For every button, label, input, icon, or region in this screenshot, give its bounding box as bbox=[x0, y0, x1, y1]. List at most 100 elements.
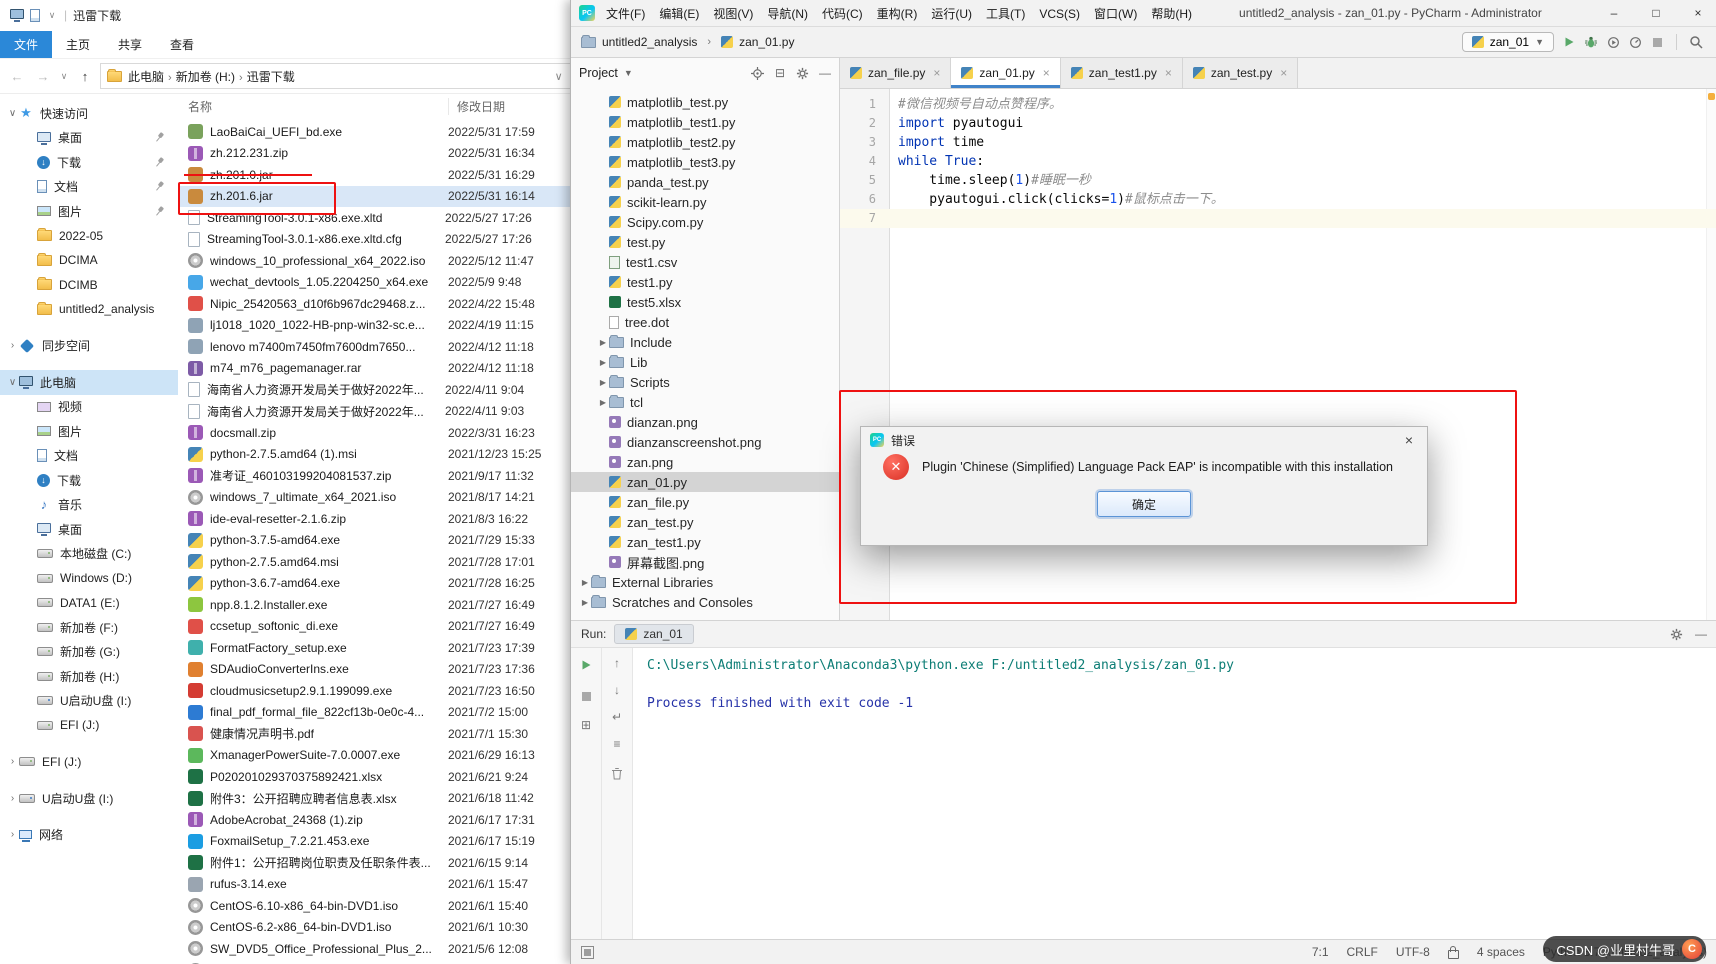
expander-icon[interactable]: ∨ bbox=[6, 108, 19, 119]
run-console[interactable]: C:\Users\Administrator\Anaconda3\python.… bbox=[633, 648, 1716, 939]
project-tree-item[interactable]: panda_test.py bbox=[571, 172, 839, 192]
menu-item[interactable]: 文件(F) bbox=[599, 7, 652, 21]
sidebar-item-新加卷 (G:)[interactable]: 新加卷 (G:) bbox=[0, 640, 178, 665]
project-tree-item[interactable]: test1.py bbox=[571, 272, 839, 292]
sidebar-item-音乐[interactable]: 音乐 bbox=[0, 493, 178, 518]
menu-item[interactable]: 导航(N) bbox=[760, 7, 815, 21]
run-configuration-select[interactable]: zan_01 ▼ bbox=[1461, 32, 1554, 52]
project-tree-item[interactable]: Scipy.com.py bbox=[571, 212, 839, 232]
chevron-down-icon[interactable]: ▼ bbox=[624, 68, 633, 78]
project-tree-item[interactable]: matplotlib_test.py bbox=[571, 92, 839, 112]
project-tree-item[interactable]: ▶ Lib bbox=[571, 352, 839, 372]
sidebar-item-此电脑[interactable]: ∨ 此电脑 bbox=[0, 370, 178, 395]
sidebar-item-下载[interactable]: 下载 bbox=[0, 468, 178, 493]
project-tree-item[interactable]: zan_test1.py bbox=[571, 532, 839, 552]
sidebar-item-DCIMB[interactable]: DCIMB bbox=[0, 273, 178, 298]
sidebar-item-新加卷 (F:)[interactable]: 新加卷 (F:) bbox=[0, 615, 178, 640]
editor-tab[interactable]: zan_file.py × bbox=[840, 58, 952, 88]
stop-icon[interactable] bbox=[1646, 31, 1668, 53]
expander-icon[interactable]: ▶ bbox=[579, 578, 591, 587]
grid-icon[interactable]: ⊞ bbox=[576, 716, 596, 734]
locate-file-icon[interactable] bbox=[747, 62, 769, 84]
file-row[interactable]: windows_7_ultimate_x64_2021.iso 2021/8/17… bbox=[178, 487, 570, 509]
file-row[interactable]: zh.201.6.jar 2022/5/31 16:14 bbox=[178, 181, 570, 215]
close-button[interactable]: × bbox=[1679, 0, 1716, 26]
project-tree-item[interactable]: dianzanscreenshot.png bbox=[571, 432, 839, 452]
project-tree-item[interactable]: 屏幕截图.png bbox=[571, 552, 839, 572]
project-panel-title[interactable]: Project bbox=[579, 66, 618, 80]
project-tree-item[interactable]: zan.png bbox=[571, 452, 839, 472]
file-row[interactable]: 准考证_460103199204081537.zip 2021/9/17 11:3… bbox=[178, 465, 570, 487]
profiler-icon[interactable] bbox=[1624, 31, 1646, 53]
file-row[interactable]: FormatFactory_setup.exe 2021/7/23 17:39 bbox=[178, 637, 570, 659]
sidebar-item-图片[interactable]: 图片 bbox=[0, 199, 178, 224]
file-row[interactable]: CentOS-6.2-x86_64-bin-DVD1.iso 2021/6/1 1… bbox=[178, 917, 570, 939]
file-row[interactable]: Nipic_25420563_d10f6b967dc29468.z... 2022… bbox=[178, 293, 570, 315]
sidebar-item-桌面[interactable]: 桌面 bbox=[0, 126, 178, 151]
menu-item[interactable]: 运行(U) bbox=[924, 7, 979, 21]
sidebar-item-文档[interactable]: 文档 bbox=[0, 444, 178, 469]
menu-item[interactable]: 重构(R) bbox=[870, 7, 925, 21]
back-icon[interactable]: ← bbox=[6, 69, 28, 84]
menu-item[interactable]: 代码(C) bbox=[815, 7, 870, 21]
file-row[interactable]: wechat_devtools_1.05.2204250_x64.exe 2022… bbox=[178, 272, 570, 294]
code-line[interactable]: 6 pyautogui.click(clicks=1)#鼠标点击一下。 bbox=[840, 190, 1716, 209]
code-line[interactable]: 5 time.sleep(1)#睡眠一秒 bbox=[840, 171, 1716, 190]
breadcrumb-item[interactable]: zan_01.py bbox=[739, 35, 794, 49]
project-tree-item[interactable]: scikit-learn.py bbox=[571, 192, 839, 212]
expander-icon[interactable]: ∨ bbox=[6, 377, 19, 388]
editor-tab[interactable]: zan_01.py × bbox=[951, 58, 1061, 88]
status-item[interactable]: 7:1 bbox=[1312, 945, 1329, 959]
run-with-coverage-icon[interactable] bbox=[1602, 31, 1624, 53]
file-row[interactable]: SDAudioConverterIns.exe 2021/7/23 17:36 bbox=[178, 659, 570, 681]
close-tab-icon[interactable]: × bbox=[1043, 66, 1050, 80]
history-dropdown-icon[interactable]: ∨ bbox=[58, 71, 70, 82]
sidebar-item-图片[interactable]: 图片 bbox=[0, 419, 178, 444]
sidebar-item-桌面[interactable]: 桌面 bbox=[0, 517, 178, 542]
file-row[interactable]: python-3.6.7-amd64.exe 2021/7/28 16:25 bbox=[178, 573, 570, 595]
menu-item[interactable]: 工具(T) bbox=[979, 7, 1032, 21]
breadcrumb-item[interactable]: 迅雷下载 bbox=[247, 70, 295, 84]
file-row[interactable]: StreamingTool-3.0.1-x86.exe.xltd.cfg 2022… bbox=[178, 229, 570, 251]
file-row[interactable]: lj1018_1020_1022-HB-pnp-win32-sc.e... 202… bbox=[178, 315, 570, 337]
gear-icon[interactable] bbox=[1665, 623, 1687, 645]
project-tree-item[interactable]: matplotlib_test3.py bbox=[571, 152, 839, 172]
file-row[interactable]: 健康情况声明书.pdf 2021/7/1 15:30 bbox=[178, 723, 570, 745]
sidebar-item-本地磁盘 (C:)[interactable]: 本地磁盘 (C:) bbox=[0, 542, 178, 567]
sidebar-item-EFI (J:)[interactable]: › EFI (J:) bbox=[0, 750, 178, 775]
sidebar-item-untitled2_analysis[interactable]: untitled2_analysis bbox=[0, 297, 178, 322]
maximize-button[interactable]: □ bbox=[1637, 0, 1675, 26]
code-line[interactable]: 4 while True: bbox=[840, 152, 1716, 171]
sidebar-item-U启动U盘 (I:)[interactable]: U启动U盘 (I:) bbox=[0, 689, 178, 714]
code-line[interactable]: 1 #微信视频号自动点赞程序。 bbox=[840, 95, 1716, 114]
file-row[interactable]: 附件3：公开招聘应聘者信息表.xlsx 2021/6/18 11:42 bbox=[178, 788, 570, 810]
up-stack-trace-icon[interactable]: ↑ bbox=[607, 654, 627, 672]
file-row[interactable]: lenovo m7400m7450fm7600dm7650... 2022/4/1… bbox=[178, 336, 570, 358]
file-row[interactable]: cloudmusicsetup2.9.1.199099.exe 2021/7/23… bbox=[178, 680, 570, 702]
clear-console-icon[interactable] bbox=[606, 762, 628, 784]
project-tree-item[interactable]: zan_file.py bbox=[571, 492, 839, 512]
project-tree-item[interactable]: ▶ tcl bbox=[571, 392, 839, 412]
project-tree-item[interactable]: test5.xlsx bbox=[571, 292, 839, 312]
file-row[interactable]: ccsetup_softonic_di.exe 2021/7/27 16:49 bbox=[178, 616, 570, 638]
quick-access-toolbar-dropdown-icon[interactable]: ∨ bbox=[46, 10, 58, 21]
file-row[interactable]: ide-eval-resetter-2.1.6.zip 2021/8/3 16:2… bbox=[178, 508, 570, 530]
menu-item[interactable]: VCS(S) bbox=[1032, 7, 1087, 21]
file-row[interactable]: 海南省人力资源开发局关于做好2022年... 2022/4/11 9:03 bbox=[178, 401, 570, 423]
sidebar-item-视频[interactable]: 视频 bbox=[0, 395, 178, 420]
sidebar-item-Windows (D:)[interactable]: Windows (D:) bbox=[0, 566, 178, 591]
expander-icon[interactable]: ▶ bbox=[597, 338, 609, 347]
project-tree-item[interactable]: zan_test.py bbox=[571, 512, 839, 532]
close-tab-icon[interactable]: × bbox=[1280, 66, 1287, 80]
sidebar-item-DATA1 (E:)[interactable]: DATA1 (E:) bbox=[0, 591, 178, 616]
file-row[interactable]: LaoBaiCai_UEFI_bd.exe 2022/5/31 17:59 bbox=[178, 121, 570, 143]
file-row[interactable]: npp.8.1.2.Installer.exe 2021/7/27 16:49 bbox=[178, 594, 570, 616]
menu-item[interactable]: 帮助(H) bbox=[1144, 7, 1199, 21]
hide-panel-icon[interactable]: — bbox=[1695, 627, 1707, 641]
code-line[interactable]: 7 bbox=[840, 209, 1716, 228]
project-tree-item[interactable]: ▶ Scripts bbox=[571, 372, 839, 392]
menu-item[interactable]: 共享 bbox=[104, 31, 156, 58]
expander-icon[interactable]: ▶ bbox=[597, 398, 609, 407]
status-item[interactable]: CRLF bbox=[1347, 945, 1378, 959]
code-line[interactable]: 3 import time bbox=[840, 133, 1716, 152]
